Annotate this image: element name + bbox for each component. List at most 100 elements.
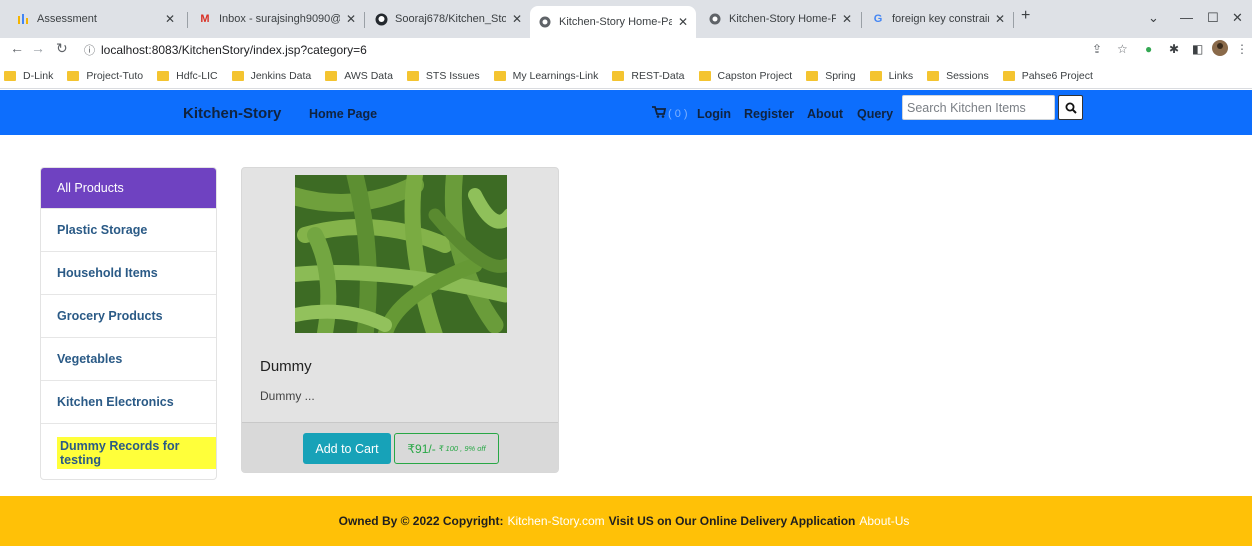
category-label-highlighted: Dummy Records for testing: [57, 436, 216, 470]
bookmark-item[interactable]: AWS Data: [325, 70, 393, 82]
bookmark-item[interactable]: Spring: [806, 70, 856, 82]
new-tab-button[interactable]: +: [1021, 7, 1030, 25]
category-grocery-products[interactable]: Grocery Products: [41, 295, 216, 338]
product-title: Dummy: [260, 358, 312, 375]
nav-query-link[interactable]: Query: [857, 107, 893, 121]
globe-icon: [538, 15, 552, 29]
folder-icon: [325, 70, 338, 81]
category-plastic-storage[interactable]: Plastic Storage: [41, 209, 216, 252]
bookmarks-bar: D-Link Project-Tuto Hdfc-LIC Jenkins Dat…: [0, 63, 1252, 89]
tab-search-icon[interactable]: ⌄: [1148, 10, 1159, 26]
footer-tagline: Visit US on Our Online Delivery Applicat…: [608, 514, 856, 528]
price-badge: ₹91/- ₹ 100 , 9% off: [394, 433, 499, 464]
search-icon: [1065, 102, 1077, 114]
globe-icon: [708, 12, 722, 26]
side-panel-icon[interactable]: ◧: [1192, 42, 1203, 56]
cart-link[interactable]: ( 0 ): [652, 106, 688, 120]
bookmark-item[interactable]: Capston Project: [698, 70, 792, 82]
tab-title: Kitchen-Story Home-Page: [729, 13, 836, 25]
browser-tab[interactable]: G foreign key constraint in sq ✕: [863, 6, 1013, 32]
price-value: ₹91/-: [407, 441, 436, 456]
tab-title: Assessment: [37, 13, 97, 25]
browser-tab[interactable]: Sooraj678/Kitchen_Story: Pr ✕: [366, 6, 530, 32]
folder-icon: [231, 70, 244, 81]
tab-divider: [364, 12, 365, 28]
bookmark-item[interactable]: Jenkins Data: [231, 70, 311, 82]
tab-title: foreign key constraint in sq: [892, 13, 989, 25]
category-vegetables[interactable]: Vegetables: [41, 338, 216, 381]
nav-about-link[interactable]: About: [807, 107, 843, 121]
folder-icon: [806, 70, 819, 81]
close-tab-icon[interactable]: ✕: [346, 12, 356, 26]
share-icon[interactable]: ⇪: [1092, 42, 1102, 56]
close-tab-icon[interactable]: ✕: [165, 12, 175, 26]
site-info-icon[interactable]: ⓘ: [84, 42, 95, 58]
folder-icon: [4, 70, 16, 81]
bookmark-item[interactable]: STS Issues: [406, 70, 480, 82]
search-button[interactable]: [1058, 95, 1083, 120]
tab-title: Inbox - surajsingh9090@gm: [219, 13, 340, 25]
nav-home-link[interactable]: Home Page: [309, 107, 377, 121]
extension-icon[interactable]: ●: [1145, 42, 1152, 56]
menu-kebab-icon[interactable]: ⋮: [1236, 42, 1248, 56]
folder-icon: [493, 70, 506, 81]
tab-divider: [187, 12, 188, 28]
category-dummy-records[interactable]: Dummy Records for testing: [41, 424, 216, 479]
back-arrow-icon[interactable]: ←: [10, 40, 24, 56]
assessment-favicon: [16, 12, 30, 26]
browser-tab[interactable]: Assessment ✕: [8, 6, 183, 32]
folder-icon: [698, 70, 711, 81]
browser-toolbar: ← → ↻ ⓘ localhost:8083/KitchenStory/inde…: [0, 38, 1252, 62]
puzzle-icon[interactable]: ✱: [1169, 42, 1179, 56]
close-tab-icon[interactable]: ✕: [995, 12, 1005, 26]
close-tab-icon[interactable]: ✕: [842, 12, 852, 26]
folder-icon: [67, 70, 80, 81]
product-card: Dummy Dummy ... Add to Cart ₹91/- ₹ 100 …: [241, 167, 559, 473]
browser-tab[interactable]: Kitchen-Story Home-Page ✕: [700, 6, 860, 32]
product-description: Dummy ...: [260, 389, 315, 403]
maximize-icon[interactable]: ☐: [1207, 10, 1219, 26]
bookmark-item[interactable]: Sessions: [927, 70, 989, 82]
cart-count: ( 0 ): [668, 108, 688, 120]
close-window-icon[interactable]: ✕: [1232, 10, 1243, 26]
footer-site-link[interactable]: Kitchen-Story.com: [507, 514, 604, 528]
site-footer: Owned By © 2022 Copyright: Kitchen-Story…: [0, 496, 1252, 546]
category-household-items[interactable]: Household Items: [41, 252, 216, 295]
site-navbar: Kitchen-Story Home Page ( 0 ) Login Regi…: [0, 90, 1252, 135]
tab-title: Sooraj678/Kitchen_Story: Pr: [395, 13, 506, 25]
browser-tab-strip: Assessment ✕ M Inbox - surajsingh9090@gm…: [0, 0, 1252, 38]
folder-icon: [406, 70, 419, 81]
minimize-icon[interactable]: —: [1180, 10, 1193, 25]
gmail-icon: M: [200, 13, 210, 25]
add-to-cart-button[interactable]: Add to Cart: [303, 433, 391, 464]
bookmark-item[interactable]: Project-Tuto: [67, 70, 143, 82]
bookmark-item[interactable]: Links: [869, 70, 913, 82]
brand-link[interactable]: Kitchen-Story: [183, 105, 281, 122]
reload-icon[interactable]: ↻: [56, 40, 68, 57]
category-kitchen-electronics[interactable]: Kitchen Electronics: [41, 381, 216, 424]
tab-divider: [861, 12, 862, 28]
product-image-okra[interactable]: [295, 175, 507, 333]
nav-register-link[interactable]: Register: [744, 107, 794, 121]
bookmark-item[interactable]: My Learnings-Link: [493, 70, 598, 82]
forward-arrow-icon[interactable]: →: [31, 40, 45, 56]
bookmark-star-icon[interactable]: ☆: [1117, 42, 1128, 56]
bookmark-item[interactable]: D-Link: [4, 70, 53, 82]
bookmark-item[interactable]: Hdfc-LIC: [157, 70, 218, 82]
bookmark-item[interactable]: REST-Data: [612, 70, 685, 82]
close-tab-icon[interactable]: ✕: [678, 15, 688, 29]
avatar[interactable]: [1212, 40, 1228, 59]
tab-title: Kitchen-Story Home-Page: [559, 16, 672, 28]
footer-about-link[interactable]: About-Us: [859, 514, 909, 528]
folder-icon: [1002, 70, 1015, 81]
close-tab-icon[interactable]: ✕: [512, 12, 522, 26]
github-icon: [374, 12, 388, 26]
search-input[interactable]: [902, 95, 1055, 120]
address-bar[interactable]: ⓘ localhost:8083/KitchenStory/index.jsp?…: [84, 39, 1164, 61]
folder-icon: [927, 70, 940, 81]
browser-tab[interactable]: M Inbox - surajsingh9090@gm ✕: [190, 6, 364, 32]
browser-tab-active[interactable]: Kitchen-Story Home-Page ✕: [530, 6, 696, 38]
category-all-products[interactable]: All Products: [41, 168, 216, 209]
bookmark-item[interactable]: Pahse6 Project: [1002, 70, 1093, 82]
nav-login-link[interactable]: Login: [697, 107, 731, 121]
